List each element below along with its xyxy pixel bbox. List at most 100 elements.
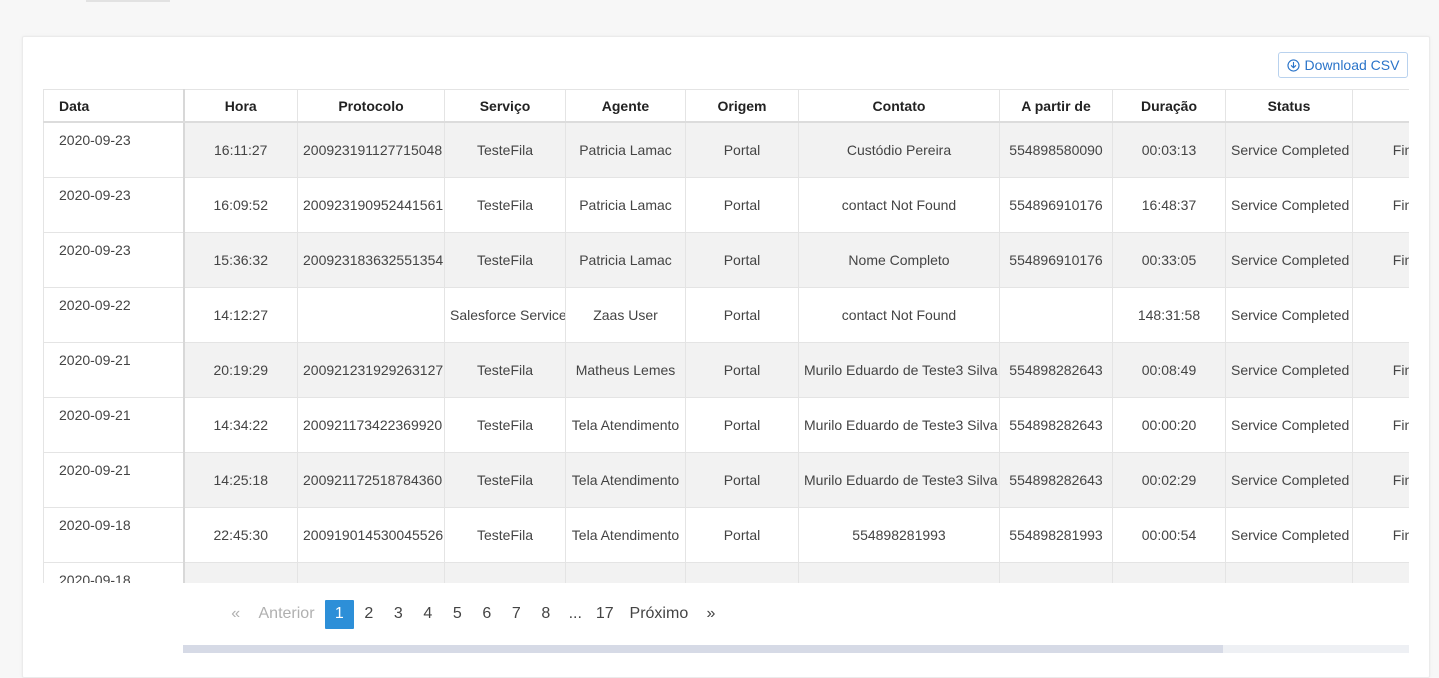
cell-servico: Salesforce Service [444, 287, 566, 343]
cell-origem: Portal [685, 287, 799, 343]
table-row[interactable]: 2020-09-22 14:12:27 Salesforce Service Zaas… [43, 287, 1409, 343]
cell-a-partir-de: 554898282643 [999, 342, 1113, 398]
column-header-contato[interactable]: Contato [798, 89, 1000, 123]
cell-agente: Patricia Lamac [565, 121, 686, 178]
cell-extra: Finaliza T [1352, 177, 1409, 233]
column-header-agente[interactable]: Agente [565, 89, 686, 123]
cell-extra: Finaliza T [1352, 507, 1409, 563]
cell-data: 2020-09-23 [43, 121, 185, 178]
cell-contato: contact Not Found [798, 177, 1000, 233]
cell-contato: Murilo Eduardo de Teste3 Silva [798, 397, 1000, 453]
cell-contato: 554898281993 [798, 507, 1000, 563]
cell-servico: TesteFila [444, 177, 566, 233]
cell-duracao: 16:48:37 [1112, 177, 1226, 233]
table-header-row: Data Hora Protocolo Serviço Agente Origem Cont… [43, 89, 1409, 123]
column-header-hora[interactable]: Hora [183, 89, 298, 123]
cell-extra [1352, 287, 1409, 343]
cell-origem: Portal [685, 121, 799, 178]
cell-hora: 14:25:18 [183, 452, 298, 508]
page-number-4[interactable]: 4 [413, 600, 443, 629]
cell-servico: TesteFila [444, 452, 566, 508]
cell-data: 2020-09-21 [43, 342, 185, 398]
page-number-6[interactable]: 6 [472, 600, 502, 629]
page-number-8[interactable]: 8 [531, 600, 561, 629]
calls-table-viewport: Data Hora Protocolo Serviço Agente Origem Cont… [43, 89, 1409, 583]
page-number-1[interactable]: 1 [324, 599, 355, 629]
cell-hora: 14:34:22 [183, 397, 298, 453]
cell-extra: Finaliza T [1352, 452, 1409, 508]
page-number-7[interactable]: 7 [502, 600, 532, 629]
cell-data: 2020-09-23 [43, 177, 185, 233]
column-header-a-partir-de[interactable]: A partir de [999, 89, 1113, 123]
cell-data: 2020-09-18 [43, 507, 185, 563]
cell-status: Service Completed [1225, 121, 1353, 178]
cell-hora: 16:11:27 [183, 121, 298, 178]
column-header-duracao[interactable]: Duração [1112, 89, 1226, 123]
top-tab-underline [86, 0, 170, 2]
cell-data: 2020-09-21 [43, 452, 185, 508]
next-page-link[interactable]: Próximo [630, 600, 689, 629]
cell-contato: Murilo Eduardo de Teste3 Silva [798, 452, 1000, 508]
cell-duracao: 148:31:58 [1112, 287, 1226, 343]
cell-duracao: 00:02:29 [1112, 452, 1226, 508]
page-number-3[interactable]: 3 [384, 600, 414, 629]
cell-data: 2020-09-22 [43, 287, 185, 343]
table-row[interactable]: 2020-09-1822:45:17200919014517616882Test… [43, 562, 1409, 583]
cell-agente: Patricia Lamac [565, 177, 686, 233]
cell-status: Service Completed [1225, 452, 1353, 508]
cell-agente: Patricia Lamac [565, 232, 686, 288]
table-row[interactable]: 2020-09-21 20:19:29 200921231929263127 Test… [43, 342, 1409, 398]
cell-status: Service Completed [1225, 562, 1353, 583]
cell-data: 2020-09-23 [43, 232, 185, 288]
cell-extra: Finaliza T [1352, 342, 1409, 398]
table-row[interactable]: 2020-09-21 14:25:18 200921172518784360 Test… [43, 452, 1409, 508]
column-header-origem[interactable]: Origem [685, 89, 799, 123]
cell-data: 2020-09-21 [43, 397, 185, 453]
page-number-2[interactable]: 2 [354, 600, 384, 629]
cell-extra: Finaliza T [1352, 232, 1409, 288]
download-csv-button[interactable]: Download CSV [1278, 52, 1408, 78]
cell-servico: TesteFila [444, 507, 566, 563]
cell-protocolo: 200923191127715048 [297, 121, 445, 178]
cell-hora: 16:09:52 [183, 177, 298, 233]
cell-servico: TesteFila [444, 121, 566, 178]
cell-origem: Portal [685, 507, 799, 563]
cell-duracao: 00:33:05 [1112, 232, 1226, 288]
table-row[interactable]: 2020-09-23 16:09:52 200923190952441561 Test… [43, 177, 1409, 233]
cell-protocolo: 200923183632551354 [297, 232, 445, 288]
column-header-servico[interactable]: Serviço [444, 89, 566, 123]
cell-agente: Tela Atendimento [565, 397, 686, 453]
page-number-5[interactable]: 5 [443, 600, 473, 629]
table-row[interactable]: 2020-09-18 22:45:30 200919014530045526 Test… [43, 507, 1409, 563]
column-header-data[interactable]: Data [43, 89, 185, 123]
cell-agente: Tela Atendimento [565, 507, 686, 563]
horizontal-scrollbar-thumb[interactable] [183, 645, 1223, 653]
prev-arrow-icon: « [231, 605, 241, 622]
horizontal-scrollbar[interactable] [183, 645, 1409, 653]
column-header-protocolo[interactable]: Protocolo [297, 89, 445, 123]
table-body: 2020-09-23 16:11:27 200923191127715048 Test… [43, 121, 1409, 583]
cell-protocolo: 200921173422369920 [297, 397, 445, 453]
cell-origem: Portal [685, 232, 799, 288]
page-number-list: 1 2 3 4 5 6 7 8... 17 [324, 599, 620, 629]
page-number-17[interactable]: 17 [590, 600, 620, 629]
cell-contato: Murilo Eduardo de Teste3 Silva [798, 562, 1000, 583]
cell-status: Service Completed [1225, 507, 1353, 563]
table-row[interactable]: 2020-09-23 16:11:27 200923191127715048 Test… [43, 121, 1409, 178]
cell-protocolo: 200923190952441561 [297, 177, 445, 233]
cell-duracao: 00:08:49 [1112, 342, 1226, 398]
cell-contato: Custódio Pereira [798, 121, 1000, 178]
column-header-status[interactable]: Status [1225, 89, 1353, 123]
table-row[interactable]: 2020-09-21 14:34:22 200921173422369920 Test… [43, 397, 1409, 453]
cell-servico: TesteFila [444, 562, 566, 583]
column-header-extra[interactable] [1352, 89, 1409, 123]
cell-duracao: 00:01:18 [1112, 562, 1226, 583]
cell-status: Service Completed [1225, 397, 1353, 453]
next-arrow-icon[interactable]: » [696, 600, 726, 629]
table-row[interactable]: 2020-09-23 15:36:32 200923183632551354 Test… [43, 232, 1409, 288]
download-csv-label: Download CSV [1304, 57, 1400, 73]
cell-servico: TesteFila [444, 397, 566, 453]
cell-protocolo: 200919014517616882 [297, 562, 445, 583]
cell-protocolo: 200919014530045526 [297, 507, 445, 563]
cell-contato: Nome Completo [798, 232, 1000, 288]
